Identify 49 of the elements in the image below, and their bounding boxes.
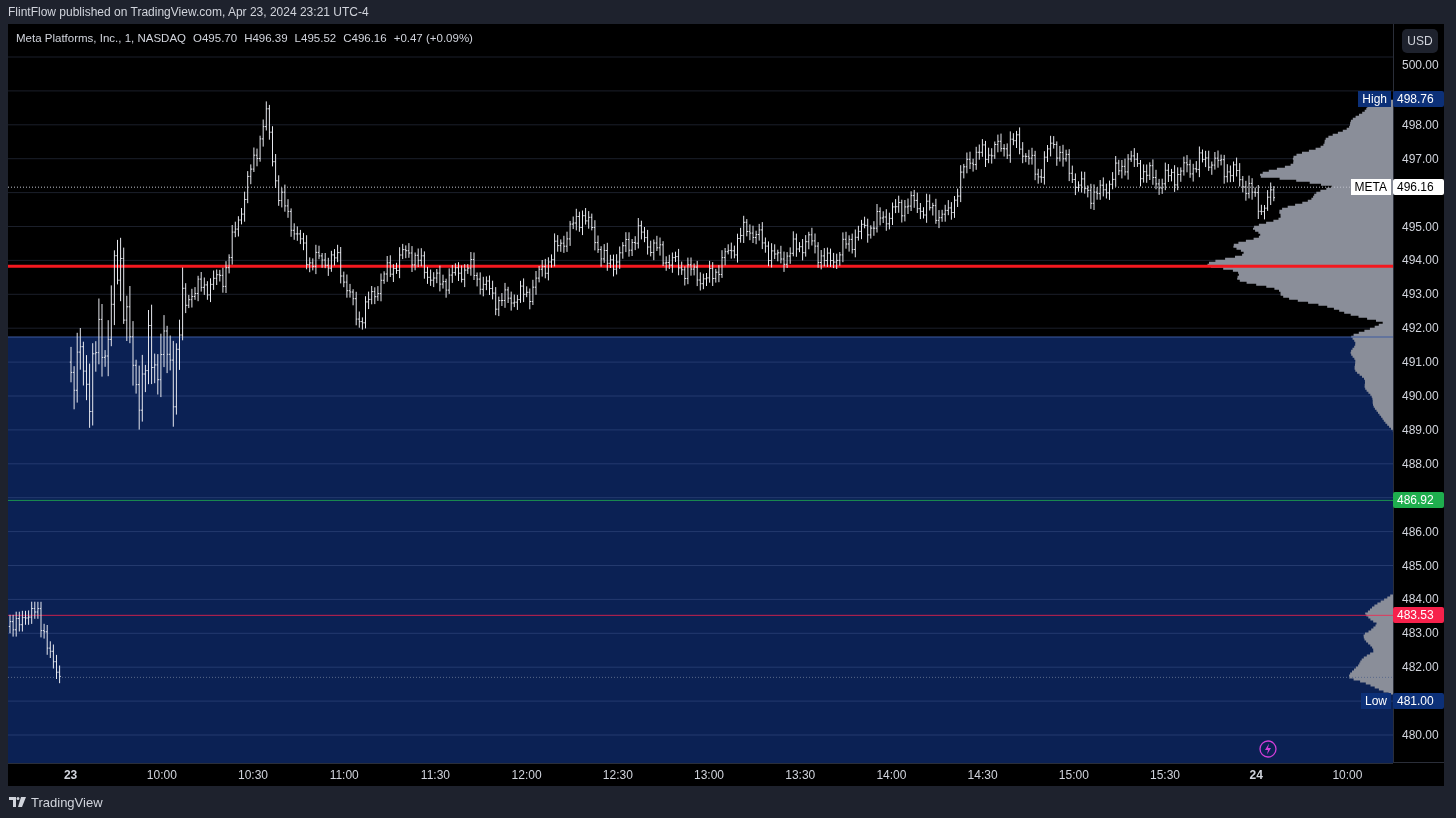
time-tick: 10:00 bbox=[1331, 768, 1364, 782]
time-tick: 15:30 bbox=[1149, 768, 1182, 782]
symbol-title: Meta Platforms, Inc., 1, NASDAQ bbox=[16, 32, 186, 44]
ohlc-value: H496.39 bbox=[244, 32, 288, 44]
time-tick: 13:30 bbox=[784, 768, 817, 782]
price-tick: 484.00 bbox=[1402, 592, 1439, 607]
price-tick: 498.00 bbox=[1402, 117, 1439, 132]
price-tick: 486.00 bbox=[1402, 524, 1439, 539]
ohlc-value: C496.16 bbox=[343, 32, 387, 44]
price-label: 498.76 bbox=[1393, 91, 1444, 108]
time-tick: 11:00 bbox=[328, 768, 360, 782]
price-label: 483.53 bbox=[1393, 607, 1444, 624]
time-tick: 10:30 bbox=[237, 768, 269, 782]
time-tick: 10:00 bbox=[145, 768, 178, 782]
date-tick: 24 bbox=[1248, 768, 1264, 782]
price-tick: 488.00 bbox=[1402, 456, 1439, 471]
price-tick: 495.00 bbox=[1402, 219, 1439, 234]
time-tick: 12:00 bbox=[510, 768, 543, 782]
high-label: High bbox=[1358, 91, 1391, 108]
price-tick: 497.00 bbox=[1402, 151, 1439, 166]
time-tick: 15:00 bbox=[1057, 768, 1090, 782]
low-label: Low bbox=[1361, 693, 1391, 710]
date-tick: 23 bbox=[62, 768, 79, 782]
symbol-label: META bbox=[1350, 179, 1391, 196]
ohlc-value: +0.47 (+0.09%) bbox=[393, 32, 473, 44]
time-tick: 14:30 bbox=[966, 768, 999, 782]
time-tick: 14:00 bbox=[875, 768, 908, 782]
price-label: 481.00 bbox=[1393, 693, 1444, 710]
price-tick: 491.00 bbox=[1402, 355, 1439, 370]
price-tick: 482.00 bbox=[1402, 660, 1439, 675]
brand-name: TradingView bbox=[31, 794, 103, 810]
currency-button[interactable]: USD bbox=[1402, 29, 1438, 53]
price-tick: 492.00 bbox=[1402, 321, 1439, 336]
price-tick: 485.00 bbox=[1402, 558, 1439, 573]
price-label: 496.16 bbox=[1393, 179, 1444, 196]
time-tick: 11:30 bbox=[419, 768, 451, 782]
price-tick: 500.00 bbox=[1402, 58, 1439, 72]
ohlc-value: L495.52 bbox=[294, 32, 337, 44]
price-tick: 483.00 bbox=[1402, 626, 1439, 641]
price-tick: 494.00 bbox=[1402, 253, 1439, 268]
price-tick: 490.00 bbox=[1402, 389, 1439, 403]
time-tick: 12:30 bbox=[601, 768, 634, 782]
price-tick: 480.00 bbox=[1402, 728, 1439, 742]
time-tick: 13:00 bbox=[693, 768, 726, 782]
publisher-caption: FlintFlow published on TradingView.com, Apr 23, 2024 23:21 UTC-4 bbox=[8, 5, 369, 19]
price-tick: 489.00 bbox=[1402, 422, 1439, 437]
ohlc-value: O495.70 bbox=[193, 32, 238, 44]
price-tick: 493.00 bbox=[1402, 287, 1439, 302]
price-label: 486.92 bbox=[1393, 492, 1444, 509]
